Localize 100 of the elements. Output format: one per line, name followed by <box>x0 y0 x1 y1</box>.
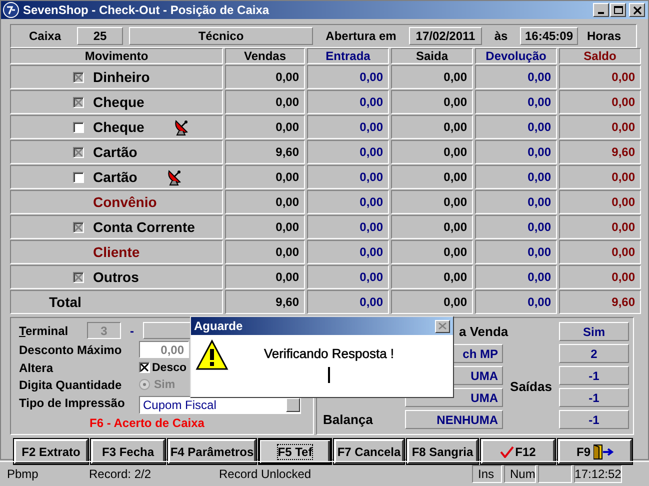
total-label: Total <box>49 294 82 310</box>
row-label: Cartão <box>93 144 138 160</box>
quantity-label: Digita Quantidade <box>19 378 123 392</box>
group-label: Convênio <box>93 194 157 210</box>
text-cursor <box>328 367 330 383</box>
outputs-label: Saídas <box>509 379 553 394</box>
app-icon <box>3 2 19 18</box>
function-button[interactable]: F12 <box>481 439 555 464</box>
close-icon <box>632 6 642 14</box>
table-cell: 0,00 <box>391 190 473 214</box>
separator-text: - <box>129 324 135 338</box>
checkbox[interactable] <box>139 362 150 373</box>
dialog-message: Verificando Resposta ! <box>264 346 394 361</box>
row-label: Cheque <box>93 119 144 135</box>
print-type-label: Tipo de Impressão <box>19 396 126 410</box>
function-button[interactable]: F3 Fecha <box>91 439 165 464</box>
close-icon <box>438 322 447 330</box>
row-label: Cheque <box>93 94 144 110</box>
checkbox[interactable] <box>73 72 84 82</box>
table-cell: 9,60 <box>225 290 305 314</box>
table-cell: 0,00 <box>475 240 557 264</box>
table-cell: 0,00 <box>391 165 473 189</box>
device-label: Balança <box>322 412 374 427</box>
hours-label: Horas <box>586 29 622 43</box>
maximize-button[interactable] <box>610 3 626 17</box>
output-value: -1 <box>559 388 629 407</box>
column-header: Entrada <box>307 48 389 64</box>
table-cell: 0,00 <box>391 140 473 164</box>
function-button[interactable]: F5 Tef <box>259 439 331 464</box>
table-cell: 0,00 <box>559 165 641 189</box>
status-label: Pbmp <box>6 466 40 483</box>
close-button[interactable] <box>435 320 450 332</box>
row-label: Outros <box>93 269 139 285</box>
function-button[interactable]: F4 Parâmetros <box>168 439 256 464</box>
table-cell: 0,00 <box>225 240 305 264</box>
table-cell: 0,00 <box>391 90 473 114</box>
opening-time: 16:45:09 <box>520 27 578 45</box>
table-cell: 0,00 <box>475 265 557 289</box>
table-cell: 0,00 <box>307 140 389 164</box>
table-cell: 0,00 <box>559 265 641 289</box>
row-label: Cartão <box>93 169 138 185</box>
minimize-button[interactable] <box>593 3 609 17</box>
window-title: SevenShop - Check-Out - Posição de Caixa <box>23 3 270 17</box>
close-button[interactable] <box>629 3 645 17</box>
table-cell: 0,00 <box>391 290 473 314</box>
table-cell: 0,00 <box>307 90 389 114</box>
table-cell: 0,00 <box>225 265 305 289</box>
table-cell: 0,00 <box>475 215 557 239</box>
checkbox[interactable] <box>73 222 84 232</box>
maximize-icon <box>614 6 622 14</box>
checkbox[interactable] <box>73 146 84 158</box>
table-cell: 0,00 <box>307 115 389 139</box>
discount-label: Desconto Máximo <box>19 342 123 356</box>
table-cell: 0,00 <box>391 65 473 89</box>
table-cell: 0,00 <box>307 290 389 314</box>
checkbox[interactable] <box>73 272 84 282</box>
column-header: Vendas <box>225 48 305 64</box>
table-cell: 0,00 <box>225 115 305 139</box>
option-label: Sim <box>154 378 176 390</box>
table-cell: 0,00 <box>307 215 389 239</box>
exit-door-icon <box>592 444 614 460</box>
at-label: às <box>493 29 509 43</box>
status-label: Num <box>504 465 536 483</box>
status-panel <box>538 465 572 483</box>
operator-name: Técnico <box>129 27 313 45</box>
column-header: Devolução <box>475 48 557 64</box>
caixa-number: 25 <box>77 27 123 45</box>
table-cell: 0,00 <box>307 65 389 89</box>
checkbox[interactable] <box>73 172 84 182</box>
discount-field[interactable]: 0,00 <box>139 341 189 358</box>
output-value: -1 <box>559 366 629 385</box>
check-icon <box>500 446 514 458</box>
function-button[interactable]: F2 Extrato <box>14 439 88 464</box>
table-cell: 0,00 <box>475 115 557 139</box>
function-button[interactable]: F9 <box>558 439 632 464</box>
table-cell: 0,00 <box>475 190 557 214</box>
device-field: NENHUMA <box>405 410 503 429</box>
checkbox[interactable] <box>73 122 84 132</box>
table-cell: 0,00 <box>225 65 305 89</box>
table-cell: 0,00 <box>391 265 473 289</box>
table-cell: 0,00 <box>307 190 389 214</box>
checkbox[interactable] <box>73 96 84 108</box>
group-label: Cliente <box>93 244 140 260</box>
opening-date: 17/02/2011 <box>409 27 482 45</box>
function-button[interactable]: F8 Sangria <box>407 439 478 464</box>
column-header: Saldo <box>559 48 641 64</box>
table-cell: 0,00 <box>559 215 641 239</box>
output-value: 2 <box>559 344 629 363</box>
opening-label: Abertura em <box>324 29 398 43</box>
status-label: Record: 2/2 <box>88 466 152 483</box>
row-label: Conta Corrente <box>93 219 195 235</box>
table-cell: 9,60 <box>225 140 305 164</box>
table-cell: 9,60 <box>559 140 641 164</box>
table-cell: 0,00 <box>475 165 557 189</box>
minimize-icon <box>598 12 604 14</box>
table-cell: 9,60 <box>559 290 641 314</box>
table-cell: 0,00 <box>475 90 557 114</box>
function-button[interactable]: F7 Cancela <box>334 439 404 464</box>
terminal-label: Terminal <box>19 324 70 338</box>
output-value: -1 <box>559 410 629 429</box>
